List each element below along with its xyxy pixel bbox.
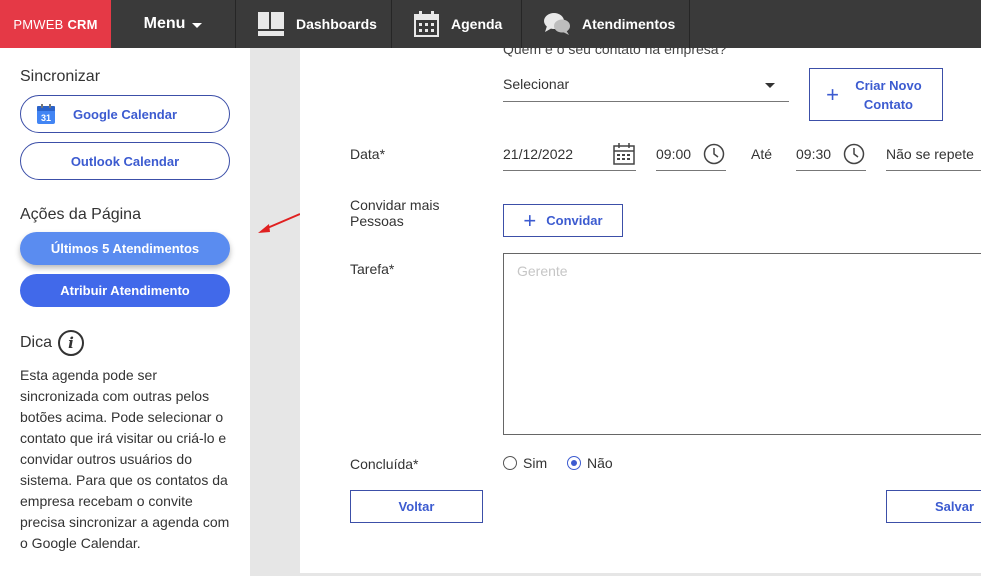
- caret-down-icon: [192, 22, 203, 28]
- salvar-button[interactable]: Salvar: [886, 490, 981, 523]
- convidar-label: Convidar mais Pessoas: [350, 197, 440, 229]
- repeat-select[interactable]: Não se repete: [886, 140, 981, 171]
- convidar-button-label: Convidar: [546, 213, 603, 228]
- google-calendar-icon: 31: [37, 104, 55, 127]
- clock-icon: [843, 143, 865, 165]
- svg-text:31: 31: [41, 113, 51, 123]
- google-calendar-label: Google Calendar: [72, 106, 178, 122]
- ultimos-atendimentos-label: Últimos 5 Atendimentos: [50, 241, 200, 256]
- voltar-button[interactable]: Voltar: [350, 490, 483, 523]
- ultimos-atendimentos-button[interactable]: Últimos 5 Atendimentos: [20, 232, 230, 265]
- nav-dashboards-label: Dashboards: [296, 16, 377, 32]
- menu-label: Menu: [143, 15, 186, 32]
- annotation-arrow-icon: [258, 213, 301, 233]
- voltar-button-label: Voltar: [398, 499, 435, 514]
- atribuir-atendimento-label: Atribuir Atendimento: [60, 283, 190, 298]
- menu-button[interactable]: Menu: [111, 0, 235, 48]
- radio-sim[interactable]: [503, 456, 517, 470]
- calendar-icon: [414, 11, 439, 37]
- chevron-down-icon: [765, 83, 775, 88]
- start-time-input[interactable]: 09:00: [656, 140, 726, 171]
- radio-nao[interactable]: [567, 456, 581, 470]
- dica-text: Esta agenda pode ser sincronizada com ou…: [20, 367, 230, 551]
- dica-heading: Dica i: [20, 330, 85, 356]
- date-value: 21/12/2022: [503, 146, 574, 162]
- end-time-value: 09:30: [796, 146, 832, 162]
- plus-icon: +: [523, 207, 537, 233]
- clock-icon: [703, 143, 725, 165]
- tarefa-textarea[interactable]: Gerente: [503, 253, 981, 435]
- plus-icon: +: [826, 81, 839, 107]
- appointment-form: Quem é o seu contato na empresa? Selecio…: [300, 48, 981, 573]
- brand-suffix: CRM: [67, 16, 98, 32]
- nav-atendimentos-label: Atendimentos: [582, 16, 676, 32]
- contact-question-label: Quem é o seu contato na empresa?: [503, 48, 727, 57]
- outlook-calendar-label: Outlook Calendar: [70, 153, 180, 169]
- sync-heading: Sincronizar: [20, 68, 101, 85]
- nav-atendimentos[interactable]: Atendimentos: [521, 0, 690, 48]
- criar-novo-contato-label: Criar Novo Contato: [855, 77, 922, 112]
- date-picker-icon: [613, 143, 635, 165]
- top-navbar: PMWEB CRM Menu Dashboards Agenda Atendim…: [0, 0, 981, 48]
- date-input[interactable]: 21/12/2022: [503, 140, 636, 171]
- contact-select[interactable]: Selecionar: [503, 73, 789, 102]
- dica-label: Dica: [20, 334, 53, 352]
- tarefa-label: Tarefa*: [350, 261, 395, 277]
- concluida-label: Concluída*: [350, 456, 419, 472]
- actions-heading: Ações da Página: [20, 206, 141, 223]
- contact-select-value: Selecionar: [503, 76, 570, 92]
- radio-nao-label: Não: [587, 455, 613, 471]
- convidar-button[interactable]: + Convidar: [503, 204, 623, 237]
- dashboard-icon: [258, 12, 284, 36]
- outlook-calendar-button[interactable]: Outlook Calendar: [20, 142, 230, 180]
- radio-sim-label: Sim: [523, 455, 548, 471]
- start-time-value: 09:00: [656, 146, 692, 162]
- ate-label: Até: [751, 146, 773, 162]
- brand-logo[interactable]: PMWEB CRM: [0, 0, 111, 48]
- criar-novo-contato-button[interactable]: + Criar Novo Contato: [809, 68, 943, 121]
- nav-agenda-label: Agenda: [451, 16, 503, 32]
- nav-dashboards[interactable]: Dashboards: [235, 0, 391, 48]
- chat-bubbles-icon: [544, 12, 570, 36]
- data-label: Data*: [350, 146, 386, 162]
- end-time-input[interactable]: 09:30: [796, 140, 866, 171]
- sidebar: Sincronizar 31 Google Calendar Outlook C…: [0, 48, 250, 576]
- brand-prefix: PMWEB: [13, 16, 64, 32]
- salvar-button-label: Salvar: [935, 499, 975, 514]
- atribuir-atendimento-button[interactable]: Atribuir Atendimento: [20, 274, 230, 307]
- google-calendar-button[interactable]: 31 Google Calendar: [20, 95, 230, 133]
- repeat-value: Não se repete: [886, 146, 974, 162]
- info-icon: i: [58, 330, 85, 356]
- nav-agenda[interactable]: Agenda: [391, 0, 521, 48]
